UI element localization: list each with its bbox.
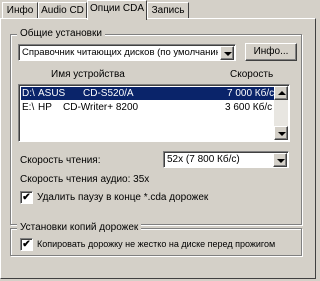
scroll-down-icon (278, 132, 286, 136)
mode-select[interactable]: Справочник читающих дисков (по умолчанию… (18, 44, 236, 61)
scroll-down-button[interactable] (274, 126, 288, 140)
tab-info[interactable]: Инфо (2, 2, 38, 19)
scroll-up-icon (278, 91, 286, 95)
speed-header: Скорость (230, 69, 274, 80)
copy-track-label[interactable]: Копировать дорожку не жестко на диске пе… (37, 239, 275, 249)
remove-pause-checkbox[interactable]: ✔ (20, 191, 33, 204)
device-name-header: Имя устройства (51, 69, 125, 80)
device-row-selected[interactable]: D:\ ASUS CD-S520/A 7 000 Кб/с (21, 87, 274, 100)
group-legend: Общие установки (17, 28, 105, 39)
chevron-down-icon (277, 159, 285, 163)
chevron-down-icon (224, 52, 232, 56)
device-list[interactable]: D:\ ASUS CD-S520/A 7 000 Кб/с E:\ HP CD-… (18, 84, 290, 142)
model: CD-S520/A (83, 88, 134, 99)
speed: 7 000 Кб/с (227, 88, 275, 99)
tab-audio-cd[interactable]: Audio CD (38, 2, 87, 19)
read-speed-label: Скорость чтения: (20, 155, 101, 166)
mode-select-value: Справочник читающих дисков (по умолчанию… (22, 47, 218, 58)
drive-letter: E:\ (22, 102, 35, 113)
copy-track-checkbox[interactable]: ✔ (20, 238, 33, 251)
vendor: ASUS (38, 88, 66, 99)
model: CD-Writer+ 8200 (63, 102, 139, 113)
vendor: HP (38, 102, 52, 113)
drive-letter: D:\ (22, 88, 35, 99)
group-legend: Установки копий дорожек (17, 222, 142, 233)
tab-record[interactable]: Запись (147, 2, 189, 19)
device-list-scrollbar[interactable] (274, 86, 288, 140)
read-speed-select[interactable]: 52x (7 800 Кб/с) (163, 151, 289, 168)
remove-pause-label[interactable]: Удалить паузу в конце *.cda дорожек (37, 192, 208, 203)
read-speed-dropdown-button[interactable] (273, 153, 287, 167)
speed: 3 600 Кб/с (225, 102, 273, 113)
device-row[interactable]: E:\ HP CD-Writer+ 8200 3 600 Кб/с (21, 101, 274, 114)
audio-speed-text: Скорость чтения аудио: 35x (20, 174, 150, 185)
read-speed-value: 52x (7 800 Кб/с) (167, 154, 240, 165)
info-button[interactable]: Инфо... (245, 43, 297, 61)
scroll-up-button[interactable] (274, 86, 288, 100)
mode-select-dropdown-button[interactable] (220, 46, 234, 60)
tab-cda-options[interactable]: Опции CDA (87, 0, 147, 20)
